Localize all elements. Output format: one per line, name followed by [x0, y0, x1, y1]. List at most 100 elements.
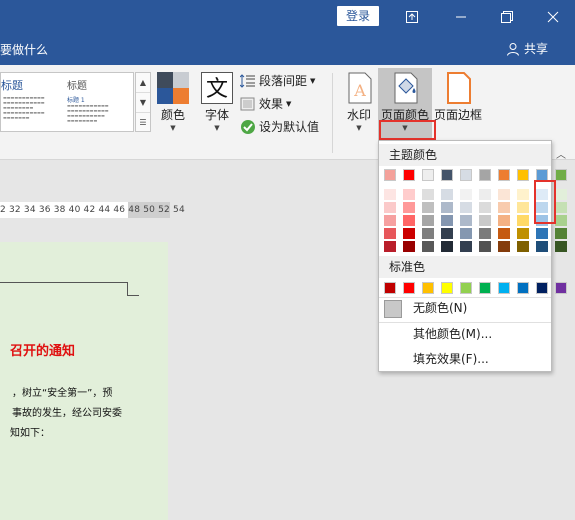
- theme-shade-swatch[interactable]: [517, 215, 529, 226]
- standard-color-swatch[interactable]: [517, 282, 529, 294]
- login-button[interactable]: 登录: [337, 6, 379, 26]
- watermark-button[interactable]: A 水印 ▼: [343, 72, 375, 132]
- theme-shade-swatch[interactable]: [441, 215, 453, 226]
- theme-shade-swatch[interactable]: [403, 202, 415, 213]
- colors-label: 颜色: [160, 108, 185, 122]
- standard-color-swatch[interactable]: [460, 282, 472, 294]
- theme-shade-swatch[interactable]: [498, 189, 510, 200]
- theme-shade-swatch[interactable]: [536, 228, 548, 239]
- style-set-gallery[interactable]: 标题 ▬▬▬▬▬▬▬▬▬▬▬ ▬▬▬▬▬▬▬▬▬▬▬ ▬▬▬▬▬▬▬▬ ▬▬▬▬▬▬▬…: [0, 72, 134, 132]
- theme-shade-swatch[interactable]: [517, 202, 529, 213]
- theme-color-swatch[interactable]: [403, 169, 415, 181]
- close-icon[interactable]: [531, 0, 575, 33]
- standard-color-swatch[interactable]: [536, 282, 548, 294]
- theme-shade-swatch[interactable]: [498, 215, 510, 226]
- theme-color-swatch[interactable]: [555, 169, 567, 181]
- theme-shade-swatch[interactable]: [479, 202, 491, 213]
- effects-button[interactable]: 效果 ▼: [240, 95, 291, 112]
- theme-shade-swatch[interactable]: [517, 241, 529, 252]
- theme-shade-swatch[interactable]: [498, 202, 510, 213]
- standard-color-swatch[interactable]: [384, 282, 396, 294]
- standard-color-swatch[interactable]: [479, 282, 491, 294]
- theme-shade-swatch[interactable]: [422, 189, 434, 200]
- theme-shade-swatch[interactable]: [517, 228, 529, 239]
- theme-shade-swatch[interactable]: [460, 202, 472, 213]
- theme-shade-swatch[interactable]: [441, 241, 453, 252]
- theme-shade-swatch[interactable]: [498, 241, 510, 252]
- gallery-more-icon[interactable]: ☰: [136, 113, 150, 133]
- gallery-up-icon[interactable]: ▲: [136, 73, 150, 93]
- theme-shade-swatch[interactable]: [441, 189, 453, 200]
- theme-shade-swatch[interactable]: [422, 228, 434, 239]
- theme-shade-swatch[interactable]: [403, 215, 415, 226]
- ribbon-display-options-icon[interactable]: [390, 0, 434, 33]
- theme-color-swatch[interactable]: [384, 169, 396, 181]
- theme-shade-swatch[interactable]: [555, 202, 567, 213]
- theme-color-swatch[interactable]: [517, 169, 529, 181]
- theme-shade-swatch[interactable]: [479, 241, 491, 252]
- theme-shade-swatch[interactable]: [441, 202, 453, 213]
- set-as-default-button[interactable]: 设为默认值: [240, 118, 319, 135]
- theme-shade-swatch[interactable]: [441, 228, 453, 239]
- theme-shade-swatch[interactable]: [479, 228, 491, 239]
- set-as-default-label: 设为默认值: [259, 120, 320, 134]
- theme-fonts-icon: 文: [201, 72, 233, 104]
- theme-colors-header: 主题颜色: [379, 144, 551, 166]
- theme-shade-swatch[interactable]: [422, 241, 434, 252]
- theme-color-swatch[interactable]: [460, 169, 472, 181]
- theme-fonts-button[interactable]: 文 字体 ▼: [201, 72, 233, 132]
- theme-shade-swatch[interactable]: [460, 189, 472, 200]
- standard-color-swatch[interactable]: [422, 282, 434, 294]
- gallery-scroll[interactable]: ▲ ▼ ☰: [135, 72, 151, 132]
- standard-color-swatch[interactable]: [403, 282, 415, 294]
- theme-shade-swatch[interactable]: [384, 241, 396, 252]
- document-page[interactable]: 召开的通知 ，树立“安全第一”，预 事故的发生，经公司安委 知如下：: [0, 242, 168, 520]
- theme-color-swatch[interactable]: [441, 169, 453, 181]
- theme-shade-swatch[interactable]: [460, 241, 472, 252]
- theme-shade-swatch[interactable]: [384, 202, 396, 213]
- page-borders-button[interactable]: 页面边框: [433, 72, 483, 123]
- share-button[interactable]: 共享: [506, 40, 548, 57]
- paragraph-spacing-button[interactable]: 段落间距 ▼: [240, 72, 315, 89]
- theme-colors-button[interactable]: 颜色 ▼: [157, 72, 189, 132]
- minimize-icon[interactable]: [439, 0, 483, 33]
- theme-shade-swatch[interactable]: [555, 241, 567, 252]
- theme-shade-swatch[interactable]: [384, 215, 396, 226]
- theme-color-swatch[interactable]: [422, 169, 434, 181]
- no-color-item[interactable]: 无颜色(N): [379, 296, 551, 320]
- theme-shade-swatch[interactable]: [403, 228, 415, 239]
- tell-me-input[interactable]: 要做什么: [0, 41, 48, 58]
- watermark-label: 水印: [346, 108, 371, 122]
- standard-color-swatch[interactable]: [498, 282, 510, 294]
- more-colors-item[interactable]: 其他颜色(M)...: [379, 322, 551, 346]
- theme-colors-icon: [157, 72, 189, 104]
- theme-shade-swatch[interactable]: [555, 189, 567, 200]
- theme-shade-swatch[interactable]: [422, 202, 434, 213]
- standard-color-swatch[interactable]: [555, 282, 567, 294]
- theme-shade-swatch[interactable]: [403, 189, 415, 200]
- theme-color-swatch[interactable]: [479, 169, 491, 181]
- theme-shade-swatch[interactable]: [555, 228, 567, 239]
- theme-shade-swatch[interactable]: [536, 241, 548, 252]
- gallery-down-icon[interactable]: ▼: [136, 93, 150, 113]
- theme-shade-swatch[interactable]: [479, 215, 491, 226]
- theme-shade-swatch[interactable]: [422, 215, 434, 226]
- theme-shade-swatch[interactable]: [384, 189, 396, 200]
- theme-color-swatch[interactable]: [498, 169, 510, 181]
- style-set-2-title: 标题: [67, 81, 87, 92]
- paragraph-spacing-label: 段落间距: [259, 74, 308, 88]
- theme-shade-swatch[interactable]: [498, 228, 510, 239]
- standard-color-swatch[interactable]: [441, 282, 453, 294]
- theme-shade-swatch[interactable]: [460, 215, 472, 226]
- theme-shade-swatch[interactable]: [479, 189, 491, 200]
- theme-shade-swatch[interactable]: [384, 228, 396, 239]
- theme-shade-swatch[interactable]: [555, 215, 567, 226]
- theme-shade-swatch[interactable]: [517, 189, 529, 200]
- restore-icon[interactable]: [485, 0, 529, 33]
- theme-shade-swatch[interactable]: [460, 228, 472, 239]
- fill-effects-item[interactable]: 填充效果(F)...: [379, 347, 551, 371]
- collapse-ribbon-icon[interactable]: ︿: [556, 146, 566, 161]
- horizontal-ruler[interactable]: 2 32 34 36 38 40 42 44 46 48 50 52 54: [0, 200, 378, 220]
- watermark-icon: A: [348, 72, 372, 104]
- theme-shade-swatch[interactable]: [403, 241, 415, 252]
